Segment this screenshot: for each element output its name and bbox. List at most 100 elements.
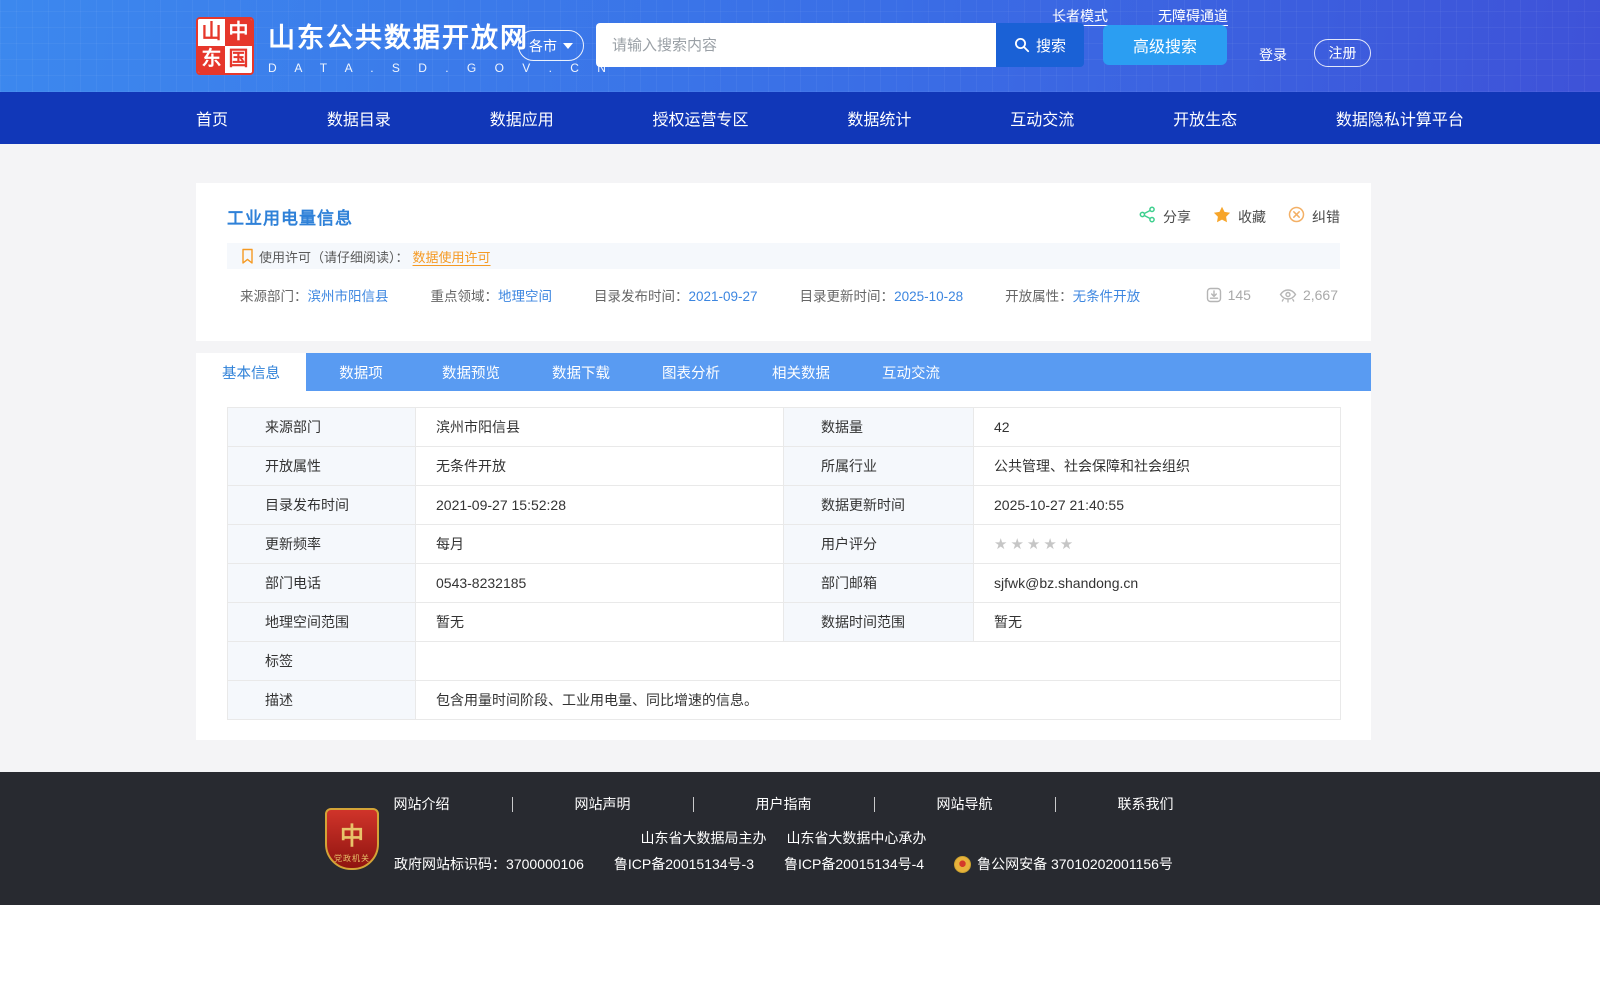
seal-char: 国 (225, 46, 252, 73)
license-bar: 使用许可（请仔细阅读）： 数据使用许可 (227, 243, 1340, 269)
license-link[interactable]: 数据使用许可 (413, 247, 491, 266)
footer-link-separator (512, 797, 513, 812)
search-icon (1014, 37, 1030, 53)
row-value: 每月 (416, 525, 784, 564)
meta-item-0: 来源部门：滨州市阳信县 (240, 285, 389, 305)
row-value: 包含用量时间阶段、工业用电量、同比增速的信息。 (416, 681, 1341, 720)
tab-6[interactable]: 互动交流 (856, 353, 966, 391)
table-row: 开放属性无条件开放所属行业公共管理、社会保障和社会组织 (228, 447, 1341, 486)
meta-item-4: 开放属性：无条件开放 (1005, 285, 1140, 305)
footer-link-0[interactable]: 网站介绍 (394, 794, 450, 814)
nav-item-2[interactable]: 数据应用 (490, 106, 554, 130)
download-count-value: 145 (1228, 287, 1251, 303)
row-label: 数据量 (784, 408, 974, 447)
footer-link-4[interactable]: 联系我们 (1118, 794, 1174, 814)
footer-site-id: 政府网站标识码：3700000106 (394, 854, 584, 874)
row-label: 来源部门 (228, 408, 416, 447)
meta-label: 来源部门： (240, 289, 308, 304)
tab-5[interactable]: 相关数据 (746, 353, 856, 391)
error-correct-icon (1288, 206, 1305, 228)
nav-item-3[interactable]: 授权运营专区 (653, 106, 749, 130)
search-button[interactable]: 搜索 (996, 23, 1084, 67)
register-button[interactable]: 注册 (1314, 39, 1371, 67)
bookmark-icon (240, 248, 255, 265)
footer-link-3[interactable]: 网站导航 (937, 794, 993, 814)
view-count: 2,667 (1279, 287, 1338, 303)
meta-items: 来源部门：滨州市阳信县 重点领域：地理空间 目录发布时间：2021-09-27 目录更… (240, 285, 1182, 305)
table-row: 部门电话0543-8232185部门邮箱sjfwk@bz.shandong.cn (228, 564, 1341, 603)
meta-label: 重点领域： (431, 289, 499, 304)
tab-3[interactable]: 数据下载 (526, 353, 636, 391)
tab-4[interactable]: 图表分析 (636, 353, 746, 391)
favorite-label: 收藏 (1238, 207, 1266, 227)
footer-link-separator (693, 797, 694, 812)
meta-item-3: 目录更新时间：2025-10-28 (800, 285, 964, 305)
login-link[interactable]: 登录 (1259, 45, 1287, 65)
page: 长者模式 无障碍通道 山 中 东 国 山东公共数据开放网 D A T A . S… (0, 0, 1600, 1000)
row-label: 部门邮箱 (784, 564, 974, 603)
site-header: 长者模式 无障碍通道 山 中 东 国 山东公共数据开放网 D A T A . S… (0, 0, 1600, 92)
meta-label: 目录更新时间： (800, 289, 895, 304)
nav-item-4[interactable]: 数据统计 (847, 106, 911, 130)
nav-item-0[interactable]: 首页 (196, 106, 228, 130)
row-label: 描述 (228, 681, 416, 720)
download-count: 145 (1206, 287, 1251, 303)
row-value (416, 642, 1341, 681)
footer-link-separator (1055, 797, 1056, 812)
row-label: 标签 (228, 642, 416, 681)
footer-icp-1[interactable]: 鲁ICP备20015134号-3 (614, 854, 754, 874)
row-value: 2021-09-27 15:52:28 (416, 486, 784, 525)
dataset-actions: 分享 收藏 纠错 (1139, 206, 1340, 228)
footer-link-1[interactable]: 网站声明 (575, 794, 631, 814)
star-icon (1213, 206, 1231, 228)
share-button[interactable]: 分享 (1139, 206, 1191, 228)
row-value: 42 (974, 408, 1341, 447)
meta-label: 目录发布时间： (594, 289, 689, 304)
favorite-button[interactable]: 收藏 (1213, 206, 1266, 228)
footer-icp-2[interactable]: 鲁ICP备20015134号-4 (784, 854, 924, 874)
dataset-meta-row: 来源部门：滨州市阳信县 重点领域：地理空间 目录发布时间：2021-09-27 目录更… (240, 285, 1340, 305)
footer-links: 网站介绍 网站声明 用户指南 网站导航 联系我们 (196, 794, 1371, 814)
dataset-header-card: 工业用电量信息 分享收藏纠错 使用许可（请仔细阅读）： 数据使用许可 来源部门：… (196, 183, 1371, 341)
tab-1[interactable]: 数据项 (306, 353, 416, 391)
rating-stars[interactable]: ★★★★★ (994, 536, 1076, 553)
footer-inner: 中 党政机关 网站介绍网站声明用户指南网站导航联系我们 山东省大数据局主办 山东… (196, 772, 1371, 905)
nav-item-7[interactable]: 数据隐私计算平台 (1336, 106, 1464, 130)
site-logo: 山 中 东 国 (196, 17, 254, 75)
search-input[interactable] (596, 23, 996, 67)
advanced-search-button[interactable]: 高级搜索 (1103, 25, 1227, 65)
row-value: 滨州市阳信县 (416, 408, 784, 447)
meta-value[interactable]: 2021-09-27 (689, 289, 758, 304)
row-value: 暂无 (974, 603, 1341, 642)
footer-link-2[interactable]: 用户指南 (756, 794, 812, 814)
main-nav-items: 首页 数据目录 数据应用 授权运营专区 数据统计 互动交流 开放生态 数据隐私计算平台 (196, 92, 1464, 144)
footer-police-record[interactable]: 鲁公网安备 37010202001156号 (954, 854, 1173, 874)
license-label: 使用许可（请仔细阅读）： (259, 247, 409, 266)
tab-2[interactable]: 数据预览 (416, 353, 526, 391)
row-label: 目录发布时间 (228, 486, 416, 525)
row-label: 部门电话 (228, 564, 416, 603)
meta-value[interactable]: 2025-10-28 (894, 289, 963, 304)
share-icon (1139, 206, 1156, 228)
seal-char: 东 (198, 46, 225, 73)
city-dropdown-label: 各市 (529, 36, 557, 56)
tab-0[interactable]: 基本信息 (196, 353, 306, 391)
meta-value[interactable]: 无条件开放 (1073, 289, 1141, 304)
dataset-title-row: 工业用电量信息 分享收藏纠错 (196, 183, 1371, 229)
city-dropdown[interactable]: 各市 (518, 30, 584, 61)
row-label: 数据时间范围 (784, 603, 974, 642)
row-label: 开放属性 (228, 447, 416, 486)
accessibility-link[interactable]: 无障碍通道 (1158, 6, 1228, 26)
meta-value[interactable]: 地理空间 (498, 289, 552, 304)
correct-button[interactable]: 纠错 (1288, 206, 1340, 228)
nav-item-1[interactable]: 数据目录 (327, 106, 391, 130)
nav-item-5[interactable]: 互动交流 (1010, 106, 1074, 130)
meta-value[interactable]: 滨州市阳信县 (308, 289, 389, 304)
row-value: 0543-8232185 (416, 564, 784, 603)
row-value: 暂无 (416, 603, 784, 642)
dataset-stats: 145 2,667 (1206, 287, 1338, 303)
table-row: 描述包含用量时间阶段、工业用电量、同比增速的信息。 (228, 681, 1341, 720)
site-footer: 中 党政机关 网站介绍网站声明用户指南网站导航联系我们 山东省大数据局主办 山东… (0, 772, 1600, 905)
eye-icon (1279, 288, 1297, 303)
nav-item-6[interactable]: 开放生态 (1173, 106, 1237, 130)
